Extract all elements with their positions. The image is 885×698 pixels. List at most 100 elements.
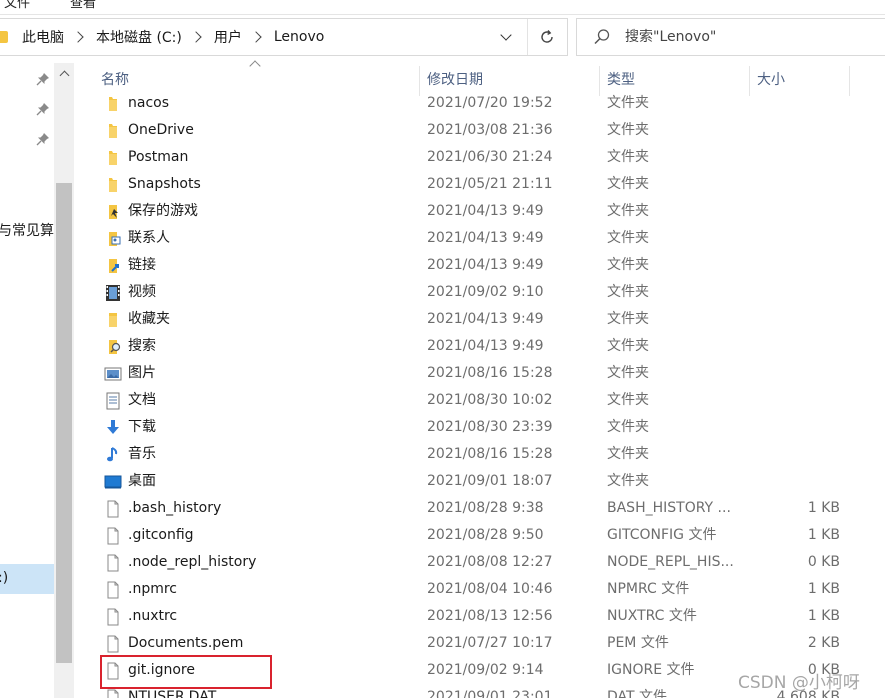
search-input[interactable] <box>625 19 875 55</box>
downloads-icon <box>103 418 123 438</box>
address-history-dropdown[interactable] <box>492 19 520 55</box>
file-row[interactable]: .nuxtrc 2021/08/13 12:56 NUXTRC 文件 1 KB <box>98 603 858 630</box>
file-row[interactable]: Snapshots 2021/05/21 21:11 文件夹 <box>98 171 858 198</box>
file-date: 2021/09/01 18:07 <box>427 473 553 489</box>
file-row[interactable]: 联系人 2021/04/13 9:49 文件夹 <box>98 225 858 252</box>
links-icon <box>103 256 123 276</box>
file-type: IGNORE 文件 <box>607 662 695 678</box>
file-date: 2021/07/20 19:52 <box>427 95 553 111</box>
file-type: 文件夹 <box>607 446 649 462</box>
scroll-up-button[interactable] <box>54 63 74 83</box>
file-row[interactable]: 视频 2021/09/02 9:10 文件夹 <box>98 279 858 306</box>
contacts-icon <box>103 229 123 249</box>
file-date: 2021/06/30 21:24 <box>427 149 553 165</box>
menu-item-view[interactable]: 查看 <box>70 0 96 11</box>
chevron-right-icon[interactable] <box>72 31 84 43</box>
file-date: 2021/09/01 23:01 <box>427 689 553 698</box>
breadcrumb-item-users[interactable]: 用户 <box>212 27 244 47</box>
file-date: 2021/08/16 15:28 <box>427 365 553 381</box>
highlight-box <box>100 655 272 689</box>
file-size: 1 KB <box>807 581 840 597</box>
breadcrumb-item-lenovo[interactable]: Lenovo <box>272 29 326 45</box>
file-type: 文件夹 <box>607 230 649 246</box>
file-size <box>748 144 840 171</box>
file-type: 文件夹 <box>607 95 649 111</box>
file-name: 保存的游戏 <box>128 203 198 219</box>
file-size <box>748 90 840 117</box>
file-size <box>748 306 840 333</box>
file-row[interactable]: 文档 2021/08/30 10:02 文件夹 <box>98 387 858 414</box>
file-size: 0 KB <box>807 554 840 570</box>
file-name: .node_repl_history <box>128 554 257 570</box>
file-name: Postman <box>128 149 189 165</box>
breadcrumb-item-this-pc[interactable]: 此电脑 <box>20 27 66 47</box>
search-icon <box>594 29 610 45</box>
file-row[interactable]: 保存的游戏 2021/04/13 9:49 文件夹 <box>98 198 858 225</box>
file-row[interactable]: Documents.pem 2021/07/27 10:17 PEM 文件 2 KB <box>98 630 858 657</box>
file-type: 文件夹 <box>607 473 649 489</box>
file-name: 文档 <box>128 392 156 408</box>
file-size <box>748 441 840 468</box>
file-name: 收藏夹 <box>128 311 170 327</box>
file-size <box>748 252 840 279</box>
file-type: PEM 文件 <box>607 635 669 651</box>
file-date: 2021/08/28 9:50 <box>427 527 544 543</box>
file-name: Snapshots <box>128 176 201 192</box>
folder-icon <box>103 148 123 168</box>
file-name: .npmrc <box>128 581 177 597</box>
file-name: 下载 <box>128 419 156 435</box>
file-row[interactable]: .gitconfig 2021/08/28 9:50 GITCONFIG 文件 1 K… <box>98 522 858 549</box>
address-bar[interactable]: 此电脑 本地磁盘 (C:) 用户 Lenovo <box>0 18 568 56</box>
file-size <box>748 414 840 441</box>
file-icon <box>103 688 123 698</box>
file-row[interactable]: 下载 2021/08/30 23:39 文件夹 <box>98 414 858 441</box>
file-row[interactable]: 音乐 2021/08/16 15:28 文件夹 <box>98 441 858 468</box>
search-box[interactable] <box>576 18 885 56</box>
chevron-right-icon[interactable] <box>250 31 262 43</box>
file-type: NPMRC 文件 <box>607 581 690 597</box>
file-row[interactable]: 收藏夹 2021/04/13 9:49 文件夹 <box>98 306 858 333</box>
file-row[interactable]: 搜索 2021/04/13 9:49 文件夹 <box>98 333 858 360</box>
file-icon <box>103 526 123 546</box>
breadcrumb-item-local-disk[interactable]: 本地磁盘 (C:) <box>94 27 184 47</box>
file-row[interactable]: .npmrc 2021/08/04 10:46 NPMRC 文件 1 KB <box>98 576 858 603</box>
file-icon <box>103 499 123 519</box>
file-name: .nuxtrc <box>128 608 178 624</box>
breadcrumb: 此电脑 本地磁盘 (C:) 用户 Lenovo <box>0 19 326 55</box>
file-row[interactable]: .bash_history 2021/08/28 9:38 BASH_HISTORY… <box>98 495 858 522</box>
file-type: 文件夹 <box>607 257 649 273</box>
file-type: 文件夹 <box>607 122 649 138</box>
menu-item-file[interactable]: 文件 <box>4 0 30 11</box>
file-row[interactable]: nacos 2021/07/20 19:52 文件夹 <box>98 90 858 117</box>
file-size <box>748 387 840 414</box>
file-date: 2021/08/28 9:38 <box>427 500 544 516</box>
file-size <box>748 279 840 306</box>
pin-icon[interactable] <box>36 72 50 86</box>
file-size: 1 KB <box>807 527 840 543</box>
refresh-button[interactable] <box>527 19 566 55</box>
file-size: 2 KB <box>807 635 840 651</box>
file-size <box>748 117 840 144</box>
file-row[interactable]: .node_repl_history 2021/08/08 12:27 NODE_R… <box>98 549 858 576</box>
file-name: 桌面 <box>128 473 156 489</box>
refresh-icon <box>541 30 553 43</box>
file-row[interactable]: 桌面 2021/09/01 18:07 文件夹 <box>98 468 858 495</box>
file-date: 2021/04/13 9:49 <box>427 203 544 219</box>
file-date: 2021/08/04 10:46 <box>427 581 553 597</box>
file-date: 2021/08/08 12:27 <box>427 554 553 570</box>
file-type: 文件夹 <box>607 311 649 327</box>
file-row[interactable]: 图片 2021/08/16 15:28 文件夹 <box>98 360 858 387</box>
file-row[interactable]: 链接 2021/04/13 9:49 文件夹 <box>98 252 858 279</box>
chevron-right-icon[interactable] <box>190 31 202 43</box>
file-type: 文件夹 <box>607 176 649 192</box>
pictures-icon <box>103 364 123 384</box>
file-type: BASH_HISTORY ... <box>607 500 731 516</box>
file-row[interactable]: OneDrive 2021/03/08 21:36 文件夹 <box>98 117 858 144</box>
documents-icon <box>103 391 123 411</box>
file-name: 链接 <box>128 257 156 273</box>
file-size: 1 KB <box>807 608 840 624</box>
file-size <box>748 333 840 360</box>
file-type: 文件夹 <box>607 419 649 435</box>
file-type: 文件夹 <box>607 284 649 300</box>
file-row[interactable]: Postman 2021/06/30 21:24 文件夹 <box>98 144 858 171</box>
